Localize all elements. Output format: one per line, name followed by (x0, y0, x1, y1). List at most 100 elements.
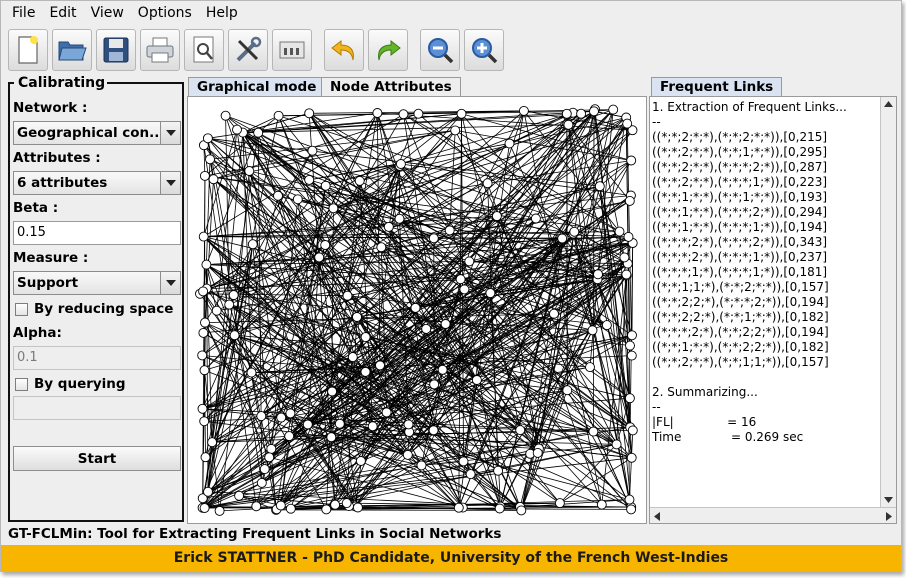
graph-node[interactable] (198, 231, 209, 242)
zoom-in-button[interactable] (464, 29, 504, 71)
graph-node[interactable] (398, 109, 409, 120)
graph-node[interactable] (381, 407, 392, 418)
graph-node[interactable] (403, 419, 414, 430)
graph-node[interactable] (228, 290, 239, 301)
graph-node[interactable] (515, 425, 526, 436)
scroll-up-icon[interactable] (884, 101, 893, 107)
graph-node[interactable] (626, 504, 637, 515)
graph-node[interactable] (485, 288, 496, 299)
graph-node[interactable] (440, 319, 451, 329)
graph-node[interactable] (585, 362, 595, 373)
graph-node[interactable] (453, 502, 464, 513)
graph-node[interactable] (321, 504, 332, 515)
graph-node[interactable] (622, 118, 633, 129)
graph-node[interactable] (626, 452, 637, 463)
graph-node[interactable] (561, 108, 572, 119)
print-button[interactable] (140, 29, 180, 71)
tab-frequent-links[interactable]: Frequent Links (651, 77, 783, 97)
graph-node[interactable] (518, 105, 529, 116)
graph-node[interactable] (330, 499, 341, 510)
menu-file[interactable]: File (5, 1, 42, 25)
graph-node[interactable] (256, 411, 267, 422)
graph-node[interactable] (589, 106, 599, 117)
menu-edit[interactable]: Edit (42, 1, 83, 25)
graph-node[interactable] (413, 108, 424, 119)
graph-node[interactable] (395, 159, 406, 169)
graph-node[interactable] (199, 416, 210, 427)
graph-node[interactable] (200, 452, 211, 463)
checkbox-box[interactable] (15, 302, 28, 316)
graph-node[interactable] (201, 259, 212, 270)
graph-node[interactable] (232, 124, 242, 135)
graph-node[interactable] (549, 308, 559, 319)
graph-node[interactable] (444, 225, 455, 236)
graph-node[interactable] (214, 505, 225, 516)
scroll-right-icon[interactable] (886, 512, 892, 521)
graph-node[interactable] (459, 284, 470, 295)
graph-node[interactable] (360, 366, 371, 377)
tools-button[interactable] (228, 29, 268, 71)
graph-node[interactable] (376, 242, 387, 253)
graph-node[interactable] (211, 305, 222, 316)
open-button[interactable] (52, 29, 92, 71)
graph-node[interactable] (416, 460, 427, 471)
querying-checkbox[interactable]: By querying (15, 376, 126, 392)
graph-node[interactable] (608, 104, 619, 115)
graph-node[interactable] (302, 419, 313, 430)
graph-node[interactable] (554, 498, 565, 509)
graph-node[interactable] (429, 379, 440, 390)
scroll-left-icon[interactable] (654, 512, 660, 521)
graph-node[interactable] (394, 213, 405, 224)
redo-button[interactable] (368, 29, 408, 71)
checkbox-box[interactable] (15, 377, 28, 391)
network-cards-button[interactable] (272, 29, 312, 71)
graph-canvas[interactable] (187, 96, 647, 524)
graph-node[interactable] (264, 452, 275, 463)
chevron-down-icon[interactable] (160, 172, 180, 194)
graph-node[interactable] (624, 195, 635, 206)
graph-node[interactable] (614, 226, 625, 237)
graph-node[interactable] (198, 327, 209, 338)
graph-node[interactable] (205, 154, 215, 165)
attributes-select[interactable]: 6 attributes (13, 171, 181, 195)
graph-node[interactable] (284, 431, 295, 442)
graph-node[interactable] (199, 170, 210, 181)
graph-node[interactable] (198, 286, 209, 297)
graph-node[interactable] (199, 503, 210, 513)
graph-node[interactable] (304, 108, 315, 119)
graph-node[interactable] (347, 352, 358, 363)
query-field[interactable] (13, 396, 181, 420)
graph-node[interactable] (455, 274, 466, 285)
graph-node[interactable] (197, 350, 208, 361)
reducing-space-checkbox[interactable]: By reducing space (15, 301, 173, 317)
graph-node[interactable] (229, 330, 240, 341)
graph-node[interactable] (326, 432, 337, 443)
graph-node[interactable] (596, 499, 607, 510)
graph-node[interactable] (251, 501, 262, 512)
graph-node[interactable] (458, 456, 469, 467)
beta-field[interactable]: 0.15 (13, 221, 181, 245)
graph-node[interactable] (588, 426, 599, 437)
preview-button[interactable] (184, 29, 224, 71)
graph-node[interactable] (202, 133, 213, 144)
graph-node[interactable] (626, 350, 637, 361)
graph-node[interactable] (563, 119, 574, 130)
graph-node[interactable] (624, 393, 635, 404)
graph-node[interactable] (224, 299, 235, 310)
graph-node[interactable] (304, 174, 315, 185)
graph-node[interactable] (203, 486, 213, 497)
graph-node[interactable] (273, 110, 284, 121)
graph-node[interactable] (259, 464, 270, 475)
graph-node[interactable] (494, 503, 505, 514)
graph-node[interactable] (611, 439, 622, 450)
graph-node[interactable] (352, 502, 363, 513)
graph-node[interactable] (569, 226, 580, 237)
graph-node[interactable] (625, 340, 635, 351)
chevron-down-icon[interactable] (160, 272, 180, 294)
graph-node[interactable] (530, 213, 541, 224)
graph-node[interactable] (341, 498, 352, 509)
graph-node[interactable] (234, 490, 245, 501)
graph-node[interactable] (352, 312, 362, 322)
graph-node[interactable] (256, 477, 267, 488)
graph-node[interactable] (207, 437, 218, 448)
